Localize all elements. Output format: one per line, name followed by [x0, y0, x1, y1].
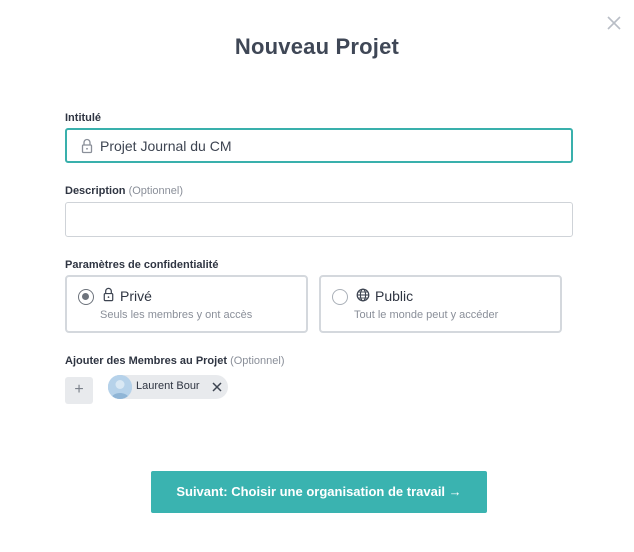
add-member-button[interactable]: +	[65, 377, 93, 404]
project-name-value: Projet Journal du CM	[100, 138, 232, 154]
member-name: Laurent Bour	[136, 380, 200, 392]
description-input[interactable]	[65, 202, 573, 237]
remove-member-icon[interactable]	[211, 381, 223, 393]
plus-icon: +	[74, 381, 84, 398]
user-avatar-icon	[108, 375, 132, 399]
member-chip: Laurent Bour	[108, 375, 228, 399]
name-label-text: Intitulé	[65, 112, 102, 124]
lock-icon	[103, 287, 114, 302]
members-optional: (Optionnel)	[230, 355, 285, 367]
modal-title: Nouveau Projet	[234, 34, 400, 59]
project-name-input[interactable]: Projet Journal du CM	[65, 128, 573, 163]
globe-icon	[356, 288, 370, 302]
privacy-option-private[interactable]: Privé Seuls les membres y ont accès	[65, 275, 308, 333]
public-radio[interactable]	[332, 289, 348, 305]
close-icon	[607, 16, 621, 30]
private-radio[interactable]	[78, 289, 94, 305]
avatar	[108, 375, 132, 399]
privacy-label-text: Paramètres de confidentialité	[65, 259, 219, 271]
privacy-label: Paramètres de confidentialité	[65, 259, 218, 271]
members-label-text: Ajouter des Membres au Projet	[65, 355, 227, 367]
public-description: Tout le monde peut y accéder	[354, 309, 499, 321]
description-label-text: Description	[65, 185, 126, 197]
name-field-label: Intitulé	[65, 112, 101, 124]
public-title: Public	[375, 288, 414, 304]
lock-icon	[81, 138, 93, 154]
description-field-label: Description (Optionnel)	[65, 185, 183, 197]
description-optional: (Optionnel)	[128, 185, 183, 197]
next-button[interactable]: Suivant: Choisir une organisation de tra…	[151, 471, 487, 513]
private-title: Privé	[120, 288, 152, 304]
private-description: Seuls les membres y ont accès	[100, 309, 253, 321]
privacy-option-public[interactable]: Public Tout le monde peut y accéder	[319, 275, 562, 333]
members-label: Ajouter des Membres au Projet (Optionnel…	[65, 355, 284, 367]
close-button[interactable]	[605, 14, 623, 32]
